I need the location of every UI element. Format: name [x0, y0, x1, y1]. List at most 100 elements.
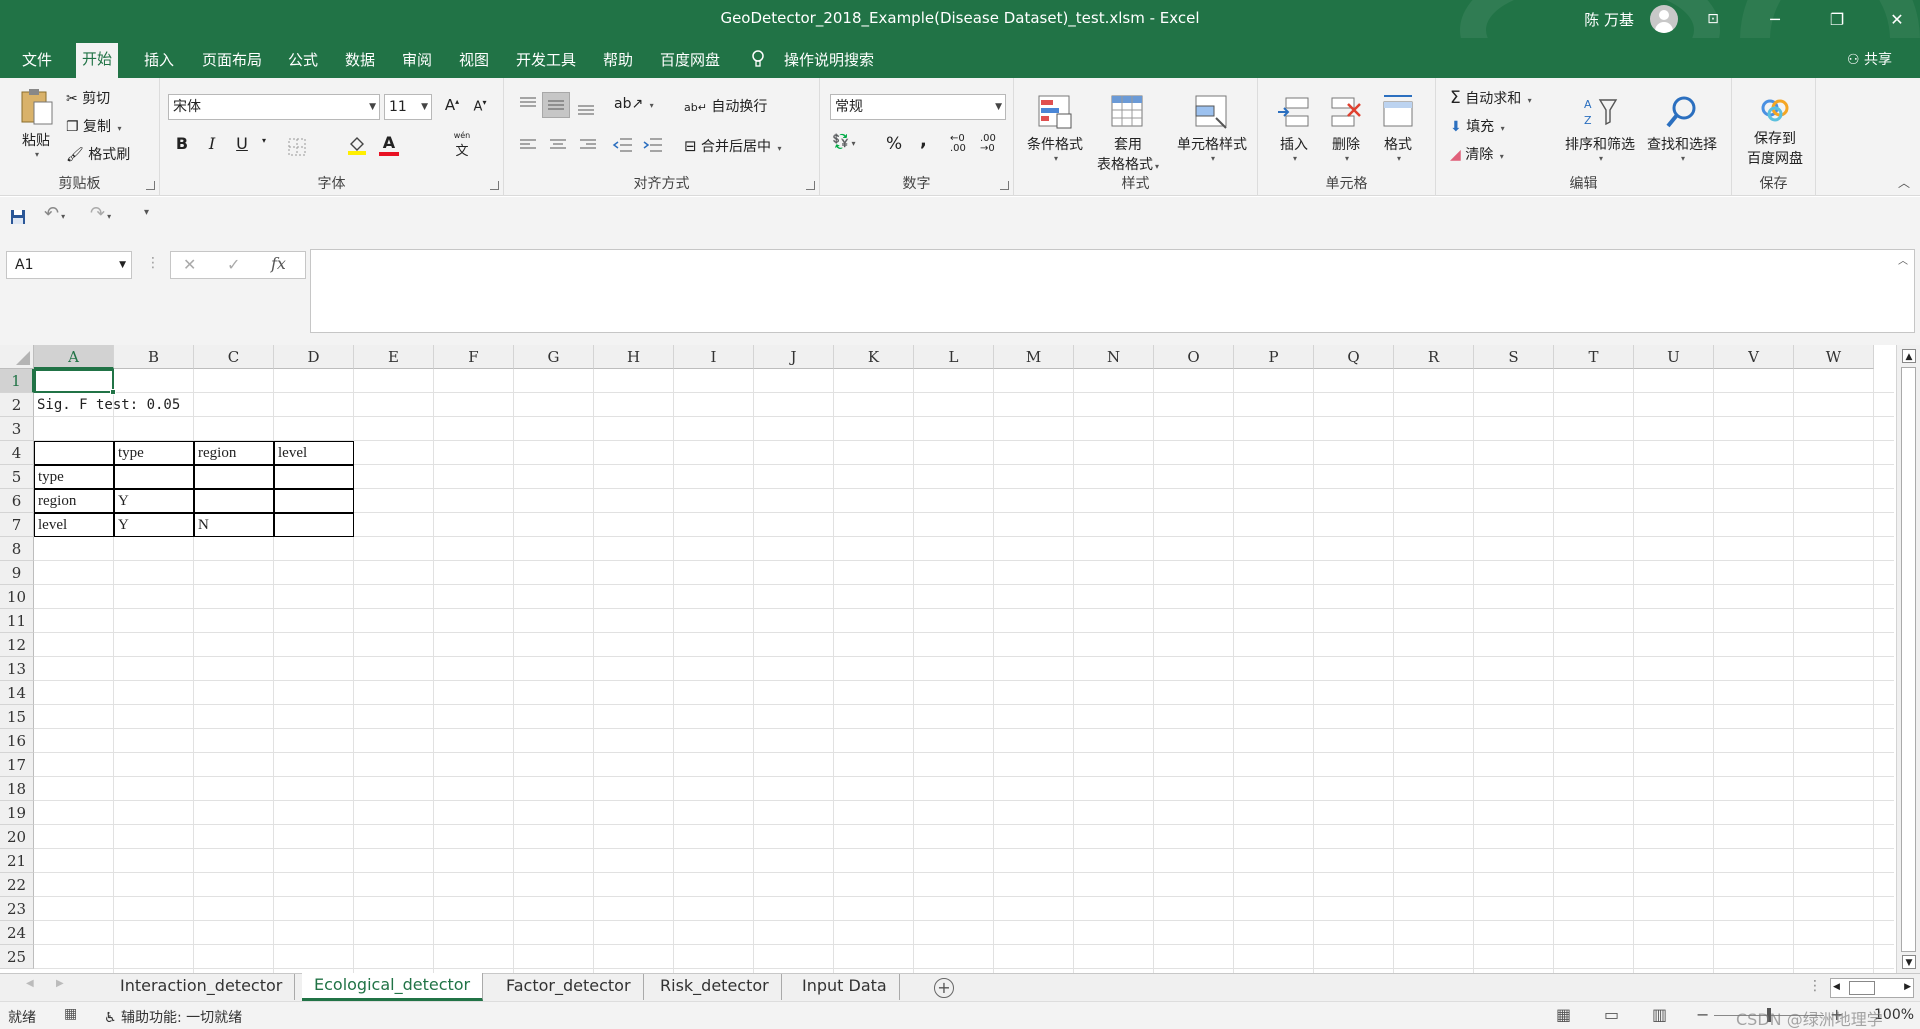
tab-insert[interactable]: 插入	[138, 38, 180, 78]
normal-view-icon[interactable]: ▦	[1556, 1005, 1571, 1024]
column-header-R[interactable]: R	[1394, 345, 1474, 369]
row-header-1[interactable]: 1	[0, 369, 34, 393]
column-header-F[interactable]: F	[434, 345, 514, 369]
cells-area[interactable]: Sig. F test: 0.05 type region level type…	[34, 369, 1894, 973]
row-header-9[interactable]: 9	[0, 561, 34, 585]
cell-A2[interactable]: Sig. F test: 0.05	[34, 393, 180, 417]
align-center-icon[interactable]	[548, 138, 568, 152]
column-header-L[interactable]: L	[914, 345, 994, 369]
format-as-table-button[interactable]: 套用 表格格式 ▾	[1092, 94, 1164, 174]
table-cell[interactable]	[274, 513, 354, 537]
table-cell[interactable]	[274, 465, 354, 489]
table-row-label[interactable]: level	[34, 513, 114, 537]
font-size-select[interactable]: 11 ▼	[384, 94, 432, 120]
clipboard-launcher-icon[interactable]	[146, 181, 155, 190]
column-header-W[interactable]: W	[1794, 345, 1874, 369]
column-header-V[interactable]: V	[1714, 345, 1794, 369]
page-layout-view-icon[interactable]: ▭	[1604, 1005, 1619, 1024]
tab-home[interactable]: 开始	[76, 43, 119, 78]
table-header-type[interactable]: type	[114, 441, 194, 465]
clear-button[interactable]: ◢ 清除 ▾	[1450, 144, 1504, 164]
accounting-format-button[interactable]: 💱 ▾	[832, 134, 855, 150]
format-cells-button[interactable]: 格式 ▾	[1376, 94, 1420, 163]
column-header-M[interactable]: M	[994, 345, 1074, 369]
enter-icon[interactable]: ✓	[227, 255, 240, 274]
row-header-22[interactable]: 22	[0, 873, 34, 897]
row-header-15[interactable]: 15	[0, 705, 34, 729]
column-header-S[interactable]: S	[1474, 345, 1554, 369]
align-top-icon[interactable]	[518, 96, 538, 112]
row-header-13[interactable]: 13	[0, 657, 34, 681]
column-header-T[interactable]: T	[1554, 345, 1634, 369]
close-button[interactable]: ✕	[1874, 0, 1920, 38]
paste-button[interactable]: 粘贴 ▾	[16, 86, 56, 159]
find-select-button[interactable]: 查找和选择 ▾	[1642, 94, 1722, 163]
row-header-4[interactable]: 4	[0, 441, 34, 465]
merge-center-button[interactable]: ⊟ 合并后居中 ▾	[684, 136, 782, 156]
row-header-17[interactable]: 17	[0, 753, 34, 777]
column-header-H[interactable]: H	[594, 345, 674, 369]
cut-button[interactable]: ✂ 剪切	[66, 88, 110, 108]
format-painter-button[interactable]: 🖌 格式刷	[66, 144, 130, 164]
underline-dropdown-icon[interactable]: ▾	[252, 136, 276, 145]
user-name[interactable]: 陈 万基	[1584, 9, 1634, 30]
row-header-8[interactable]: 8	[0, 537, 34, 561]
shrink-font-button[interactable]: A▾	[468, 98, 492, 114]
lightbulb-icon[interactable]	[751, 50, 765, 68]
page-break-view-icon[interactable]: ▥	[1652, 1005, 1667, 1024]
increase-indent-icon[interactable]	[642, 136, 664, 154]
tab-help[interactable]: 帮助	[597, 38, 639, 78]
next-sheet-icon[interactable]: ▶	[56, 978, 64, 989]
fill-color-icon[interactable]	[346, 134, 368, 156]
row-header-18[interactable]: 18	[0, 777, 34, 801]
sort-filter-button[interactable]: AZ 排序和筛选 ▾	[1562, 94, 1638, 163]
wrap-text-button[interactable]: ab↵ 自动换行	[684, 96, 767, 116]
zoom-out-icon[interactable]: −	[1696, 1005, 1709, 1024]
increase-decimal-button[interactable]: ←0.00	[950, 134, 966, 154]
copy-button[interactable]: ❐ 复制 ▾	[66, 116, 121, 136]
sheet-tab-risk-detector[interactable]: Risk_detector	[648, 974, 782, 1000]
column-header-I[interactable]: I	[674, 345, 754, 369]
collapse-formula-bar-icon[interactable]: ︿	[1898, 252, 1908, 267]
font-launcher-icon[interactable]	[490, 181, 499, 190]
sheet-tab-input-data[interactable]: Input Data	[790, 974, 900, 1000]
scroll-down-icon[interactable]: ▼	[1902, 955, 1916, 969]
row-header-20[interactable]: 20	[0, 825, 34, 849]
column-header-G[interactable]: G	[514, 345, 594, 369]
customize-qat-icon[interactable]: ▾	[144, 207, 149, 218]
user-avatar-icon[interactable]	[1650, 5, 1678, 33]
accessibility-status[interactable]: ♿ 辅助功能: 一切就绪	[104, 1007, 242, 1027]
ribbon-display-options-icon[interactable]: ⊡	[1690, 0, 1736, 38]
tab-page-layout[interactable]: 页面布局	[196, 38, 268, 78]
grow-font-button[interactable]: A▴	[440, 96, 464, 114]
row-header-12[interactable]: 12	[0, 633, 34, 657]
row-header-10[interactable]: 10	[0, 585, 34, 609]
row-header-25[interactable]: 25	[0, 945, 34, 969]
horizontal-scroll-thumb[interactable]	[1849, 981, 1875, 995]
row-header-19[interactable]: 19	[0, 801, 34, 825]
vertical-scroll-thumb[interactable]	[1901, 367, 1916, 952]
table-cell[interactable]	[194, 465, 274, 489]
column-header-N[interactable]: N	[1074, 345, 1154, 369]
orientation-button[interactable]: ab↗ ▾	[614, 96, 654, 112]
cell-styles-button[interactable]: 单元格样式 ▾	[1170, 94, 1254, 163]
phonetic-button[interactable]: wén 文	[450, 132, 474, 160]
macro-record-icon[interactable]: ▦	[64, 1006, 77, 1022]
tab-data[interactable]: 数据	[339, 38, 381, 78]
row-header-11[interactable]: 11	[0, 609, 34, 633]
table-cell[interactable]: Y	[114, 513, 194, 537]
alignment-launcher-icon[interactable]	[806, 181, 815, 190]
tab-splitter-icon[interactable]: ⋮	[1808, 978, 1822, 994]
scroll-up-icon[interactable]: ▲	[1902, 349, 1916, 363]
save-icon[interactable]	[10, 209, 26, 225]
tab-review[interactable]: 审阅	[396, 38, 438, 78]
undo-icon[interactable]: ↶ ▾	[44, 203, 65, 224]
row-header-16[interactable]: 16	[0, 729, 34, 753]
tab-file[interactable]: 文件	[16, 38, 58, 78]
font-name-select[interactable]: 宋体 ▼	[168, 94, 380, 120]
tab-baidu-netdisk[interactable]: 百度网盘	[654, 38, 726, 78]
column-header-J[interactable]: J	[754, 345, 834, 369]
column-header-D[interactable]: D	[274, 345, 354, 369]
tab-formulas[interactable]: 公式	[282, 38, 324, 78]
row-header-7[interactable]: 7	[0, 513, 34, 537]
